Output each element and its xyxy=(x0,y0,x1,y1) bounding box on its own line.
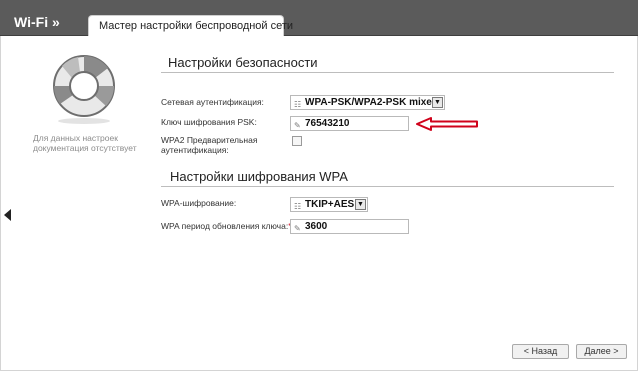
top-bar: Wi-Fi » Мастер настройки беспроводной се… xyxy=(0,0,638,37)
pencil-icon: ✎ xyxy=(294,121,301,130)
psk-input[interactable]: ✎ 76543210 xyxy=(290,116,409,131)
help-panel: Для данных настроек документация отсутст… xyxy=(1,36,141,166)
wpa-encryption-select[interactable]: ☷ TKIP+AES ▼ xyxy=(290,197,368,212)
wpa2-preauth-label-line2: аутентификация: xyxy=(161,145,229,155)
chevron-left-icon[interactable] xyxy=(4,209,12,221)
back-button[interactable]: < Назад xyxy=(512,344,569,359)
psk-input-value: 76543210 xyxy=(305,118,350,129)
auth-label: Сетевая аутентификация: xyxy=(161,97,264,107)
red-arrow-icon xyxy=(416,117,478,131)
list-icon: ☷ xyxy=(294,100,302,109)
wpa2-preauth-label: WPA2 Предварительная аутентификация: xyxy=(161,135,257,155)
help-text: Для данных настроек документация отсутст… xyxy=(33,133,137,153)
tab-wifi-wizard[interactable]: Мастер настройки беспроводной сети xyxy=(88,15,293,37)
psk-label: Ключ шифрования PSK: xyxy=(161,117,257,127)
wpa-encryption-label: WPA-шифрование: xyxy=(161,198,237,208)
chevron-down-icon[interactable]: ▼ xyxy=(432,97,443,108)
wpa2-preauth-label-line1: WPA2 Предварительная xyxy=(161,135,258,145)
rekey-input-value: 3600 xyxy=(305,221,328,232)
rekey-label-text: WPA период обновления ключа: xyxy=(161,221,289,231)
section-title-security: Настройки безопасности xyxy=(168,55,318,70)
auth-select[interactable]: ☷ WPA-PSK/WPA2-PSK mixed ▼ xyxy=(290,95,445,110)
rekey-input[interactable]: ✎ 3600 xyxy=(290,219,409,234)
main-content: Для данных настроек документация отсутст… xyxy=(0,36,638,371)
chevron-down-icon[interactable]: ▼ xyxy=(355,199,366,210)
rekey-label: WPA период обновления ключа:* xyxy=(161,221,292,231)
section-divider xyxy=(161,72,614,73)
wpa-encryption-value: TKIP+AES xyxy=(305,199,355,210)
lifebuoy-icon xyxy=(53,55,115,124)
app-title[interactable]: Wi-Fi » xyxy=(14,14,60,30)
list-icon: ☷ xyxy=(294,202,302,211)
wpa2-preauth-checkbox[interactable] xyxy=(292,136,302,146)
section-title-wpa: Настройки шифрования WPA xyxy=(170,169,348,184)
next-button[interactable]: Далее > xyxy=(576,344,627,359)
pencil-icon: ✎ xyxy=(294,224,301,233)
auth-select-value: WPA-PSK/WPA2-PSK mixed xyxy=(305,97,438,108)
section-divider xyxy=(161,186,614,187)
